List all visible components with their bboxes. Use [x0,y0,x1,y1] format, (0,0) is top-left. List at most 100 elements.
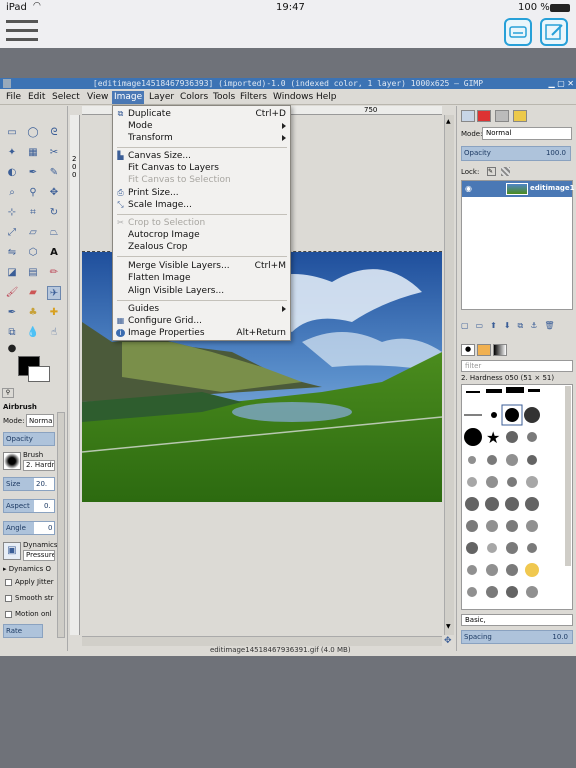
color-select-icon[interactable]: ▦ [26,146,40,160]
layer-opacity-slider[interactable]: Opacity 100.0 [461,146,571,161]
paintbrush-icon[interactable]: 🖌 [5,286,19,300]
perspective-icon[interactable]: ⏢ [47,226,61,240]
brushes-tab-icon[interactable]: ● [461,344,475,356]
ellipse-select-icon[interactable]: ◯ [26,126,40,140]
brush-grid[interactable]: ★ [461,384,573,610]
brush-preview[interactable] [3,452,21,470]
perspective-clone-icon[interactable]: ⧉ [5,326,19,340]
menu-item-flatten[interactable]: Flatten Image [113,272,290,284]
angle-value[interactable]: 0 [34,522,54,534]
menu-view[interactable]: View [85,91,110,104]
menu-item-mode[interactable]: Mode [113,120,290,132]
menu-colors[interactable]: Colors [178,91,210,104]
smooth-stroke-checkbox[interactable] [5,595,12,602]
brush-grid-scrollbar[interactable] [565,386,571,566]
gradients-tab-icon[interactable] [493,344,507,356]
paths-tab-icon[interactable] [495,110,509,122]
scroll-up-icon[interactable]: ▲ [446,118,452,126]
menu-help[interactable]: Help [314,91,339,104]
vertical-ruler[interactable]: 2 0 0 [70,115,80,635]
menu-item-image-properties[interactable]: i Image Properties Alt+Return [113,327,290,339]
dynamics-options-expander[interactable]: ▸ Dynamics O [3,565,51,573]
eraser-icon[interactable]: ▰ [26,286,40,300]
lock-pixels-icon[interactable]: ✎ [487,167,496,176]
fuzzy-select-icon[interactable]: ✦ [5,146,19,160]
menu-tools[interactable]: Tools [211,91,237,104]
angle-slider[interactable]: Angle 0 [3,521,55,535]
scissors-icon[interactable]: ✂ [47,146,61,160]
cage-icon[interactable]: ⬡ [26,246,40,260]
horizontal-scrollbar[interactable] [82,636,442,646]
move-icon[interactable]: ✥ [47,186,61,200]
menu-item-guides[interactable]: Guides [113,303,290,315]
color-picker-icon[interactable]: ✎ [47,166,61,180]
rect-select-icon[interactable]: ▭ [5,126,19,140]
align-icon[interactable]: ⊹ [5,206,19,220]
motion-only-checkbox[interactable] [5,611,12,618]
pencil-icon[interactable]: ✏ [47,266,61,280]
menu-item-print-size[interactable]: ⎙ Print Size... [113,187,290,199]
brush-spacing-slider[interactable]: Spacing 10.0 [461,630,573,644]
layer-row[interactable]: ◉ editimage1 [462,181,575,197]
menu-item-merge-visible[interactable]: Merge Visible Layers... Ctrl+M [113,260,290,272]
rate-slider[interactable]: Rate [3,624,43,638]
layer-actions[interactable]: ▢▭⬆⬇⧉⚓🗑 [461,321,573,333]
scroll-down-icon[interactable]: ▼ [446,623,452,631]
menu-layer[interactable]: Layer [147,91,176,104]
channels-tab-icon[interactable] [477,110,491,122]
dynamics-icon[interactable]: ▣ [3,542,21,560]
brush-filter-input[interactable]: filter [461,360,573,372]
menu-item-fit-canvas-layers[interactable]: Fit Canvas to Layers [113,162,290,174]
patterns-tab-icon[interactable] [477,344,491,356]
menu-item-transform[interactable]: Transform [113,132,290,144]
menu-edit[interactable]: Edit [26,91,47,104]
text-tool-icon[interactable]: A [47,246,61,260]
layer-opacity-value[interactable]: 100.0 [546,147,566,160]
tool-options-scrollbar[interactable] [57,412,65,638]
menu-image[interactable]: Image [112,91,145,104]
blur-icon[interactable]: 💧 [26,326,40,340]
measure-icon[interactable]: ⚲ [26,186,40,200]
lasso-icon[interactable]: ᘓ [47,126,61,140]
lock-alpha-icon[interactable] [501,167,510,176]
layers-tab-icon[interactable] [461,110,475,122]
hamburger-menu-icon[interactable] [6,20,38,44]
heal-icon[interactable]: ✚ [47,306,61,320]
ink-icon[interactable]: ✒ [5,306,19,320]
mode-select[interactable]: Normal [26,414,54,427]
aspect-value[interactable]: 0. [34,500,54,512]
scale-tool-icon[interactable]: ⤢ [5,226,19,240]
layer-mode-select[interactable]: Normal [482,127,572,140]
blend-icon[interactable]: ▤ [26,266,40,280]
menu-file[interactable]: File [4,91,23,104]
shear-icon[interactable]: ▱ [26,226,40,240]
vertical-scrollbar[interactable]: ▲ ▼ [444,115,454,635]
dodge-burn-icon[interactable]: ● [5,342,19,356]
menu-item-align-visible[interactable]: Align Visible Layers... [113,285,290,297]
background-color-swatch[interactable] [28,366,50,382]
menu-item-zealous-crop[interactable]: Zealous Crop [113,241,290,253]
tool-options-tab-icon[interactable]: ⚲ [2,388,14,398]
menu-select[interactable]: Select [50,91,82,104]
menu-item-fit-canvas-selection[interactable]: Fit Canvas to Selection [113,174,290,186]
menu-item-autocrop[interactable]: Autocrop Image [113,229,290,241]
menu-item-scale-image[interactable]: ⤡ Scale Image... [113,199,290,211]
bucket-fill-icon[interactable]: ◪ [5,266,19,280]
brush-name[interactable]: 2. Hardne [23,460,55,471]
menu-item-crop-to-selection[interactable]: ✂ Crop to Selection [113,217,290,229]
menu-windows[interactable]: Windows [271,91,315,104]
keyboard-icon[interactable] [504,18,532,46]
visibility-eye-icon[interactable]: ◉ [465,184,472,193]
spacing-value[interactable]: 10.0 [552,631,568,643]
rotate-icon[interactable]: ↻ [47,206,61,220]
size-slider[interactable]: Size 20. [3,477,55,491]
size-value[interactable]: 20. [34,478,54,490]
aspect-slider[interactable]: Aspect 0. [3,499,55,513]
crop-tool-icon[interactable]: ⌗ [26,206,40,220]
menu-filters[interactable]: Filters [238,91,269,104]
airbrush-icon[interactable]: ✈ [47,286,61,300]
brush-tag-input[interactable]: Basic, [461,614,573,626]
opacity-slider[interactable]: Opacity [3,432,55,446]
smudge-icon[interactable]: ☝ [47,326,61,340]
zoom-icon[interactable]: ⌕ [5,186,19,200]
